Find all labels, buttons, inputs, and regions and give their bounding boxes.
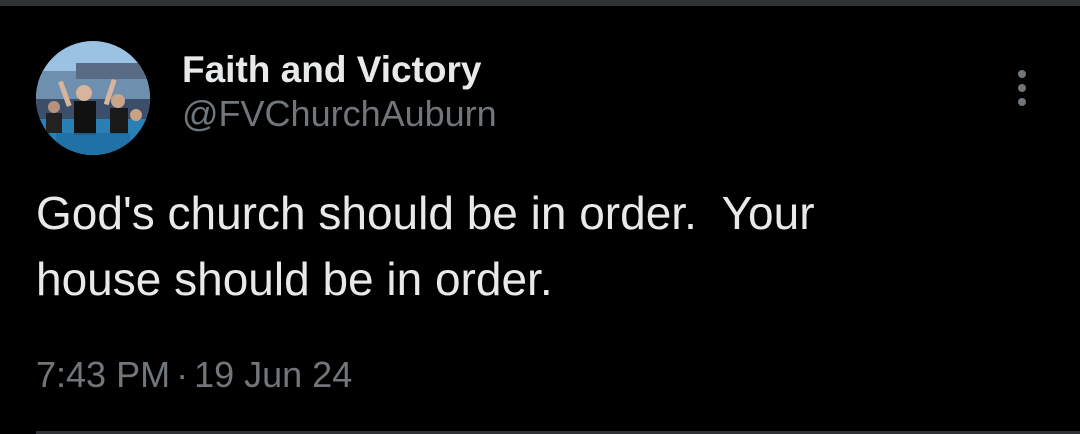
top-divider [0,0,1080,6]
tweet-date[interactable]: 19 Jun 24 [194,354,352,395]
tweet-time[interactable]: 7:43 PM [36,354,170,395]
tweet-meta: 7:43 PM · 19 Jun 24 [36,351,352,399]
author-block: Faith and Victory @FVChurchAuburn [182,48,497,136]
more-options-button[interactable] [1004,64,1040,112]
display-name[interactable]: Faith and Victory [182,48,497,92]
more-dot-icon [1018,84,1026,92]
tweet-text: God's church should be in order. Your ho… [36,187,815,305]
meta-separator: · [176,354,189,395]
profile-photo-icon [36,41,150,155]
more-dot-icon [1018,98,1026,106]
handle[interactable]: @FVChurchAuburn [182,92,497,136]
more-dot-icon [1018,70,1026,78]
avatar[interactable] [36,41,150,155]
